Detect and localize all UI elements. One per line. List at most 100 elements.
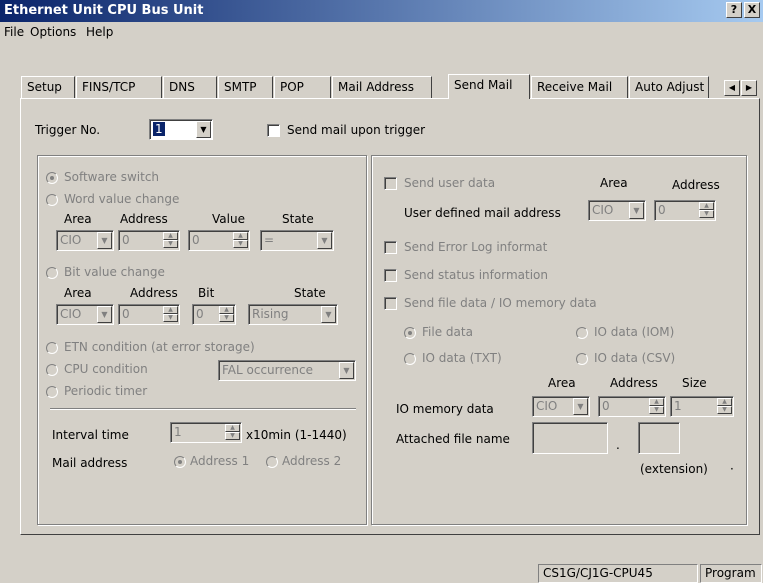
tab-setup[interactable]: Setup: [21, 76, 75, 98]
bit-area-value: CIO: [60, 307, 82, 321]
bit-area-select[interactable]: CIO ▼: [56, 304, 114, 325]
trigger-select[interactable]: 1 ▼: [149, 119, 213, 140]
send-error-log-label: Send Error Log informat: [404, 240, 548, 254]
interval-spinner[interactable]: 1 ▲ ▼: [170, 422, 242, 443]
radio-word-value-change[interactable]: [46, 194, 58, 206]
radio-io-data-txt[interactable]: [404, 353, 416, 365]
io-size-spinner[interactable]: 1 ▲ ▼: [670, 396, 734, 417]
periodic-timer-label: Periodic timer: [64, 384, 148, 398]
chevron-down-icon[interactable]: ▼: [97, 232, 112, 249]
tab-receive-mail[interactable]: Receive Mail: [531, 76, 628, 98]
chevron-down-icon[interactable]: ▼: [573, 398, 588, 415]
spinner-icon[interactable]: ▲ ▼: [163, 306, 178, 323]
chevron-down-icon[interactable]: ▼: [629, 202, 644, 219]
spinner-icon[interactable]: ▲ ▼: [233, 232, 248, 249]
word-area-select[interactable]: CIO ▼: [56, 230, 114, 251]
radio-bit-value-change[interactable]: [46, 267, 58, 279]
send-user-data-checkbox[interactable]: [384, 177, 397, 190]
tab-dns[interactable]: DNS: [163, 76, 217, 98]
trigger-label: Trigger No.: [35, 123, 101, 137]
mail-content-group: Send user data Area Address User defined…: [371, 155, 747, 525]
io-address-header: Address: [610, 376, 658, 390]
word-state-header: State: [282, 212, 314, 226]
send-status-label: Send status information: [404, 268, 548, 282]
menu-options[interactable]: Options: [30, 25, 76, 39]
send-upon-trigger-checkbox[interactable]: [267, 124, 280, 137]
word-state-select[interactable]: = ▼: [260, 230, 334, 251]
radio-address-1[interactable]: [174, 456, 186, 468]
bit-bit-spinner[interactable]: 0 ▲ ▼: [192, 304, 236, 325]
io-area-select[interactable]: CIO ▼: [532, 396, 590, 417]
cpu-condition-select[interactable]: FAL occurrence ▼: [218, 360, 356, 381]
word-address-header: Address: [120, 212, 168, 226]
user-area-value: CIO: [592, 203, 614, 217]
tab-scroll-right-icon[interactable]: ▶: [741, 80, 757, 96]
address-2-label: Address 2: [282, 454, 342, 468]
spinner-icon[interactable]: ▲ ▼: [219, 306, 234, 323]
spinner-icon[interactable]: ▲ ▼: [717, 398, 732, 415]
word-value-spinner[interactable]: 0 ▲ ▼: [188, 230, 250, 251]
radio-cpu-condition[interactable]: [46, 364, 58, 376]
user-area-select[interactable]: CIO ▼: [588, 200, 646, 221]
help-button[interactable]: ?: [726, 2, 742, 18]
attached-file-name-input[interactable]: [532, 422, 608, 454]
chevron-down-icon[interactable]: ▼: [97, 306, 112, 323]
spinner-icon[interactable]: ▲ ▼: [225, 424, 240, 441]
tab-scroll-left-icon[interactable]: ◀: [724, 80, 740, 96]
chevron-down-icon[interactable]: ▼: [339, 362, 354, 379]
io-data-txt-label: IO data (TXT): [422, 351, 502, 365]
radio-etn-condition[interactable]: [46, 342, 58, 354]
tab-send-mail[interactable]: Send Mail: [448, 74, 530, 99]
interval-label: Interval time: [52, 428, 129, 442]
tab-auto-adjust[interactable]: Auto Adjust: [629, 76, 709, 98]
address-1-label: Address 1: [190, 454, 250, 468]
send-file-data-label: Send file data / IO memory data: [404, 296, 597, 310]
chevron-down-icon[interactable]: ▼: [196, 121, 211, 138]
io-data-iom-label: IO data (IOM): [594, 325, 675, 339]
user-address-spinner[interactable]: 0 ▲ ▼: [654, 200, 716, 221]
attached-file-extension-input[interactable]: [638, 422, 680, 454]
bit-state-select[interactable]: Rising ▼: [248, 304, 338, 325]
word-address-spinner[interactable]: 0 ▲ ▼: [118, 230, 180, 251]
io-area-value: CIO: [536, 399, 558, 413]
radio-periodic-timer[interactable]: [46, 386, 58, 398]
send-user-data-label: Send user data: [404, 176, 496, 190]
radio-io-data-csv[interactable]: [576, 353, 588, 365]
radio-address-2[interactable]: [266, 456, 278, 468]
chevron-down-icon[interactable]: ▼: [321, 306, 336, 323]
attached-file-label: Attached file name: [396, 432, 510, 446]
menu-file[interactable]: File: [4, 25, 24, 39]
extension-label: (extension): [640, 462, 708, 476]
user-defined-label: User defined mail address: [404, 206, 561, 220]
tab-fins-tcp[interactable]: FINS/TCP: [76, 76, 162, 98]
tab-smtp[interactable]: SMTP: [218, 76, 273, 98]
cpu-condition-label: CPU condition: [64, 362, 148, 376]
status-model: CS1G/CJ1G-CPU45: [538, 564, 698, 583]
word-state-value: =: [264, 233, 275, 247]
io-size-value: 1: [674, 399, 682, 413]
spinner-icon[interactable]: ▲ ▼: [163, 232, 178, 249]
io-address-spinner[interactable]: 0 ▲ ▼: [598, 396, 666, 417]
send-file-data-checkbox[interactable]: [384, 297, 397, 310]
radio-file-data[interactable]: [404, 327, 416, 339]
bit-state-value: Rising: [252, 307, 289, 321]
bit-address-header: Address: [130, 286, 178, 300]
io-size-header: Size: [682, 376, 707, 390]
cpu-condition-value: FAL occurrence: [222, 363, 314, 377]
close-button[interactable]: X: [744, 2, 760, 18]
tab-pop[interactable]: POP: [274, 76, 331, 98]
spinner-icon[interactable]: ▲ ▼: [699, 202, 714, 219]
file-dot: .: [616, 438, 620, 452]
bit-address-spinner[interactable]: 0 ▲ ▼: [118, 304, 180, 325]
menu-help[interactable]: Help: [86, 25, 113, 39]
send-status-checkbox[interactable]: [384, 269, 397, 282]
radio-software-switch[interactable]: [46, 172, 58, 184]
tab-mail-address[interactable]: Mail Address: [332, 76, 432, 98]
radio-io-data-iom[interactable]: [576, 327, 588, 339]
bit-bit-header: Bit: [198, 286, 215, 300]
file-data-label: File data: [422, 325, 473, 339]
chevron-down-icon[interactable]: ▼: [317, 232, 332, 249]
trigger-value: 1: [153, 122, 165, 136]
spinner-icon[interactable]: ▲ ▼: [649, 398, 664, 415]
send-error-log-checkbox[interactable]: [384, 241, 397, 254]
